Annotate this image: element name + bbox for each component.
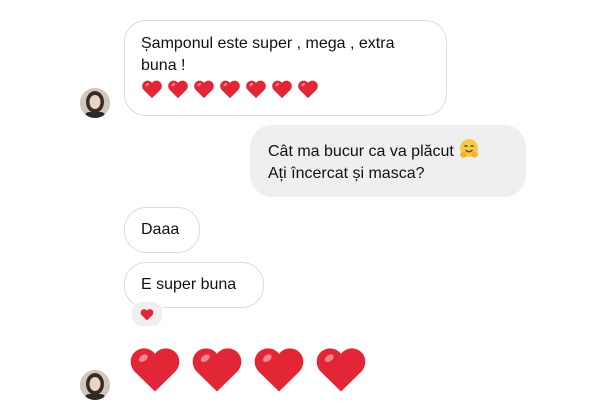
red-heart-icon — [130, 348, 180, 392]
red-heart-icon — [192, 348, 242, 392]
heart-emoji — [297, 79, 319, 99]
message-bubble-incoming-2[interactable]: Daaa — [124, 207, 200, 253]
red-heart-icon — [194, 80, 214, 99]
message-text: E super buna — [141, 276, 237, 293]
big-heart-emoji — [252, 344, 306, 394]
big-heart-emoji — [128, 344, 182, 394]
red-heart-icon — [272, 80, 292, 99]
contact-avatar[interactable] — [80, 370, 110, 400]
avatar-image — [80, 88, 110, 118]
heart-emoji — [167, 79, 189, 99]
message-text: Daaa — [141, 221, 180, 238]
red-heart-icon — [142, 80, 162, 99]
heart-emoji — [193, 79, 215, 99]
red-heart-icon — [246, 80, 266, 99]
hearts-row — [141, 79, 430, 99]
message-text: Cât ma bucur ca va plăcut — [268, 143, 454, 160]
heart-emoji — [271, 79, 293, 99]
message-bubble-incoming-1[interactable]: Șamponul este super , mega , extra buna … — [124, 20, 447, 116]
red-heart-icon — [168, 80, 188, 99]
message-bubble-outgoing[interactable]: Cât ma bucur ca va plăcut Ați încercat ș… — [250, 125, 526, 197]
big-hearts-message[interactable] — [128, 344, 368, 394]
message-text-line: buna ! — [141, 57, 186, 74]
message-text-line: Ați încercat și masca? — [268, 165, 425, 182]
hugging-face-icon — [459, 139, 478, 158]
message-text-line: Cât ma bucur ca va plăcut — [268, 138, 508, 163]
red-heart-icon — [298, 80, 318, 99]
red-heart-icon — [140, 308, 154, 320]
avatar-image — [80, 370, 110, 400]
reaction-badge[interactable] — [130, 300, 164, 328]
red-heart-icon — [254, 348, 304, 392]
red-heart-icon — [316, 348, 366, 392]
red-heart-icon — [220, 80, 240, 99]
big-heart-emoji — [314, 344, 368, 394]
contact-avatar[interactable] — [80, 88, 110, 118]
heart-emoji — [219, 79, 241, 99]
big-heart-emoji — [190, 344, 244, 394]
heart-emoji — [245, 79, 267, 99]
message-text-line: Șamponul este super , mega , extra — [141, 35, 395, 52]
heart-emoji — [141, 79, 163, 99]
